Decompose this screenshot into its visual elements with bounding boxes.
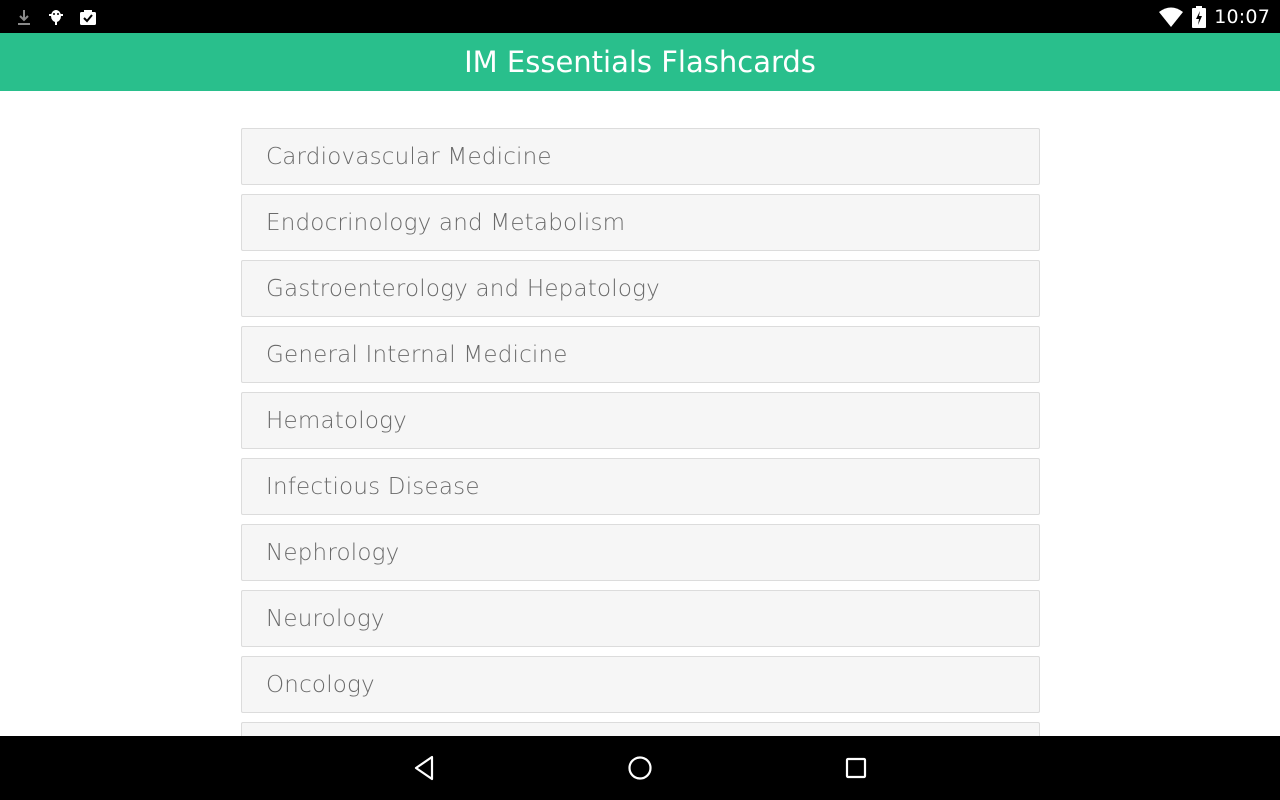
recents-icon: [845, 757, 867, 779]
topic-item-general-internal-medicine[interactable]: General Internal Medicine: [241, 326, 1040, 383]
topic-label: Cardiovascular Medicine: [266, 143, 552, 170]
back-button[interactable]: [408, 752, 440, 784]
home-button[interactable]: [624, 752, 656, 784]
topic-label: Infectious Disease: [266, 473, 480, 500]
topic-label: Oncology: [266, 671, 375, 698]
topic-item-oncology[interactable]: Oncology: [241, 656, 1040, 713]
app-title: IM Essentials Flashcards: [464, 45, 816, 79]
topic-label: Endocrinology and Metabolism: [266, 209, 626, 236]
topic-item-hematology[interactable]: Hematology: [241, 392, 1040, 449]
topic-item-gastroenterology-and-hepatology[interactable]: Gastroenterology and Hepatology: [241, 260, 1040, 317]
task-check-icon: [80, 10, 96, 25]
topic-list-container[interactable]: Cardiovascular Medicine Endocrinology an…: [0, 91, 1280, 736]
android-debug-icon: [49, 10, 63, 25]
topic-item-cardiovascular-medicine[interactable]: Cardiovascular Medicine: [241, 128, 1040, 185]
battery-icon: [1192, 6, 1207, 28]
topic-item-infectious-disease[interactable]: Infectious Disease: [241, 458, 1040, 515]
topic-label: Gastroenterology and Hepatology: [266, 275, 660, 302]
home-icon: [628, 756, 652, 780]
recents-button[interactable]: [840, 752, 872, 784]
topic-label: General Internal Medicine: [266, 341, 568, 368]
topic-item-partial[interactable]: [241, 722, 1040, 736]
topic-item-nephrology[interactable]: Nephrology: [241, 524, 1040, 581]
wifi-icon: [1159, 7, 1184, 27]
topic-label: Neurology: [266, 605, 385, 632]
topic-list: Cardiovascular Medicine Endocrinology an…: [241, 128, 1040, 736]
topic-label: Hematology: [266, 407, 407, 434]
status-clock: 10:07: [1214, 6, 1270, 28]
app-bar: IM Essentials Flashcards: [0, 33, 1280, 91]
topic-label: Nephrology: [266, 539, 400, 566]
system-status: 10:07: [1158, 4, 1270, 30]
topic-item-endocrinology-and-metabolism[interactable]: Endocrinology and Metabolism: [241, 194, 1040, 251]
navigation-bar: [0, 736, 1280, 800]
back-icon: [414, 755, 434, 781]
download-icon: [18, 10, 30, 25]
status-bar: 10:07: [0, 0, 1280, 33]
notification-icons: [14, 5, 98, 29]
topic-item-neurology[interactable]: Neurology: [241, 590, 1040, 647]
